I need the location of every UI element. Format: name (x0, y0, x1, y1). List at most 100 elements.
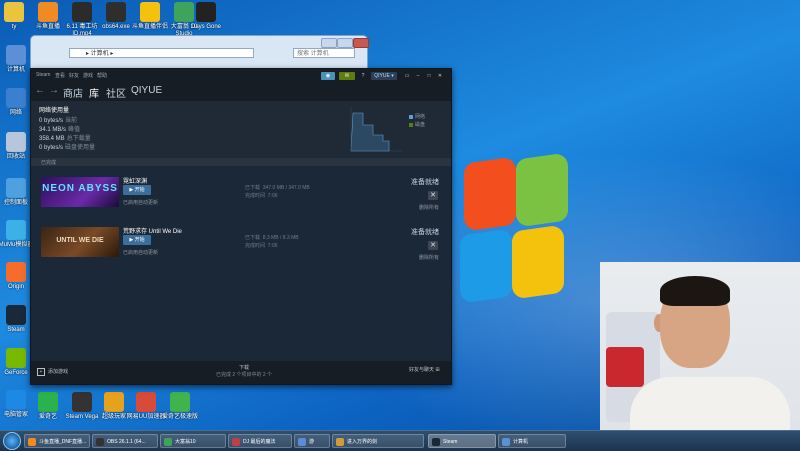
nav-store[interactable]: 商店 (63, 85, 83, 100)
plus-icon: ⊞ (435, 367, 440, 373)
minimize-icon[interactable] (321, 38, 337, 48)
app-icon (4, 2, 24, 22)
net-disk: 0 bytes/s 磁盘使用量 (39, 145, 96, 151)
menu-friends[interactable]: 好友 (69, 72, 79, 79)
downloaded-info: 已下载 8.3 MB / 8.3 MB (245, 235, 299, 241)
desktop-icon[interactable]: Days Gone (184, 2, 228, 31)
remove-icon[interactable]: ✕ (428, 191, 438, 200)
update-note: 已启用自动更新 (123, 200, 159, 206)
taskbar-item-label: 斗鱼直播_DNF直播... (39, 439, 87, 445)
net-total: 358.4 MB 总下载量 (39, 136, 91, 142)
forward-arrow-icon[interactable]: → (49, 85, 59, 96)
app-icon (6, 390, 26, 410)
network-usage-panel: 网络使用量 0 bytes/s 当前 34.1 MB/s 峰值 358.4 MB 总下… (31, 101, 451, 157)
nav-community[interactable]: 社区 (106, 85, 126, 100)
finish-time-info: 完成时间 7:06 (245, 193, 278, 199)
play-button[interactable]: ▶ 开始 (123, 235, 151, 245)
desktop-icon[interactable]: 爱奇艺极速版 (158, 392, 202, 421)
menu-view[interactable]: 查看 (55, 72, 65, 79)
legend-disk: 磁盘 (409, 121, 425, 128)
taskbar-item[interactable]: 进入万界的剑 (332, 434, 424, 448)
remove-all-link[interactable]: 删除所有 (419, 204, 439, 211)
help-icon[interactable]: ? (359, 72, 367, 80)
net-peak: 34.1 MB/s 峰值 (39, 127, 81, 133)
start-button[interactable] (3, 432, 21, 450)
app-icon (502, 438, 510, 446)
completed-section-header[interactable]: 已完成 (31, 158, 451, 166)
download-row[interactable]: NEON ABYSS 霓虹深渊 ▶ 开始 已启用自动更新 已下载 347.0 M… (31, 169, 451, 217)
downloads-status[interactable]: 下载 已完成 2 个项目中的 2 个 (209, 364, 279, 378)
steam-navbar: ← → 商店 库 社区 QIYUE (31, 81, 451, 101)
nav-library[interactable]: 库 (89, 85, 99, 100)
taskbar-item-label: OBS 26.1.1 (64... (107, 439, 146, 445)
app-icon (6, 262, 26, 282)
taskbar-item[interactable]: 斗鱼直播_DNF直播... (24, 434, 90, 448)
taskbar-item[interactable]: OBS 26.1.1 (64... (92, 434, 158, 448)
taskbar-item-label: 进入万界的剑 (347, 439, 378, 445)
maximize-icon[interactable]: □ (425, 72, 433, 80)
taskbar-item[interactable]: 计算机 (498, 434, 566, 448)
broadcast-icon[interactable]: ◉ (321, 72, 335, 80)
app-icon (104, 392, 124, 412)
menu-games[interactable]: 游戏 (83, 72, 93, 79)
menu-steam[interactable]: Steam (36, 72, 50, 78)
maximize-icon[interactable] (337, 38, 353, 48)
taskbar-item-label: 大富翁10 (175, 439, 196, 445)
game-title[interactable]: 霓虹深渊 (123, 176, 147, 185)
minimize-icon[interactable]: – (414, 72, 422, 80)
network-graph (350, 107, 402, 152)
remove-all-link[interactable]: 删除所有 (419, 254, 439, 261)
back-arrow-icon[interactable]: ← (35, 85, 45, 96)
steam-window[interactable]: Steam 查看 好友 游戏 帮助 ◉ ✉ ? QIYUE ▾ ▭ – □ ✕ … (30, 68, 452, 385)
status-label: 准备就绪 (411, 229, 439, 236)
taskbar-item[interactable]: 大富翁10 (160, 434, 226, 448)
app-icon (6, 132, 26, 152)
app-icon (38, 2, 58, 22)
app-icon (28, 438, 36, 446)
friends-chat-button[interactable]: 好友与聊天 ⊞ (409, 366, 443, 373)
close-icon[interactable] (353, 38, 369, 48)
app-icon (38, 392, 58, 412)
app-icon (6, 305, 26, 325)
taskbar-item-label: 计算机 (513, 439, 529, 445)
desktop-icon-label: Days Gone (190, 24, 221, 30)
app-icon (96, 438, 104, 446)
app-icon (72, 392, 92, 412)
app-icon (6, 348, 26, 368)
notifications-icon[interactable]: ✉ (339, 72, 355, 80)
taskbar: 斗鱼直播_DNF直播... OBS 26.1.1 (64... 大富翁10 DJ 最后… (0, 430, 800, 451)
add-game-button[interactable]: + 添加游戏 (37, 368, 68, 376)
bigpicture-icon[interactable]: ▭ (403, 72, 411, 80)
taskbar-item[interactable]: DJ 最后的魔法 (228, 434, 292, 448)
app-icon (432, 438, 440, 446)
thumbnail-text: NEON ABYSS (42, 183, 118, 194)
app-icon (140, 2, 160, 22)
network-title: 网络使用量 (39, 108, 70, 114)
game-title[interactable]: 荒野求存 Until We Die (123, 226, 182, 235)
steam-menubar: Steam 查看 好友 游戏 帮助 ◉ ✉ ? QIYUE ▾ ▭ – □ ✕ (31, 69, 451, 81)
app-icon (170, 392, 190, 412)
remove-icon[interactable]: ✕ (428, 241, 438, 250)
desktop-icon-label: 爱奇艺极速版 (161, 414, 198, 420)
taskbar-item-label: DJ 最后的魔法 (243, 439, 276, 445)
app-icon (232, 438, 240, 446)
app-icon (6, 88, 26, 108)
address-bar[interactable]: ▸ 计算机 ▸ (69, 48, 254, 58)
game-thumbnail[interactable]: NEON ABYSS (41, 177, 119, 207)
plus-icon: + (37, 368, 45, 376)
search-input[interactable]: 搜索 计算机 (293, 48, 355, 58)
app-icon (136, 392, 156, 412)
game-thumbnail[interactable]: UNTIL WE DIE (41, 227, 119, 257)
play-button[interactable]: ▶ 开始 (123, 185, 151, 195)
taskbar-item[interactable]: 游 (294, 434, 330, 448)
taskbar-item-label: 游 (309, 439, 315, 445)
download-row[interactable]: UNTIL WE DIE 荒野求存 Until We Die ▶ 开始 已启用自… (31, 219, 451, 267)
taskbar-item[interactable]: Steam (428, 434, 496, 448)
nav-user[interactable]: QIYUE (131, 85, 162, 96)
user-menu[interactable]: QIYUE ▾ (371, 72, 397, 80)
app-icon (106, 2, 126, 22)
steam-footer: + 添加游戏 下载 已完成 2 个项目中的 2 个 好友与聊天 ⊞ (31, 361, 451, 384)
menu-help[interactable]: 帮助 (97, 72, 107, 79)
app-icon (72, 2, 92, 22)
close-icon[interactable]: ✕ (436, 72, 444, 80)
